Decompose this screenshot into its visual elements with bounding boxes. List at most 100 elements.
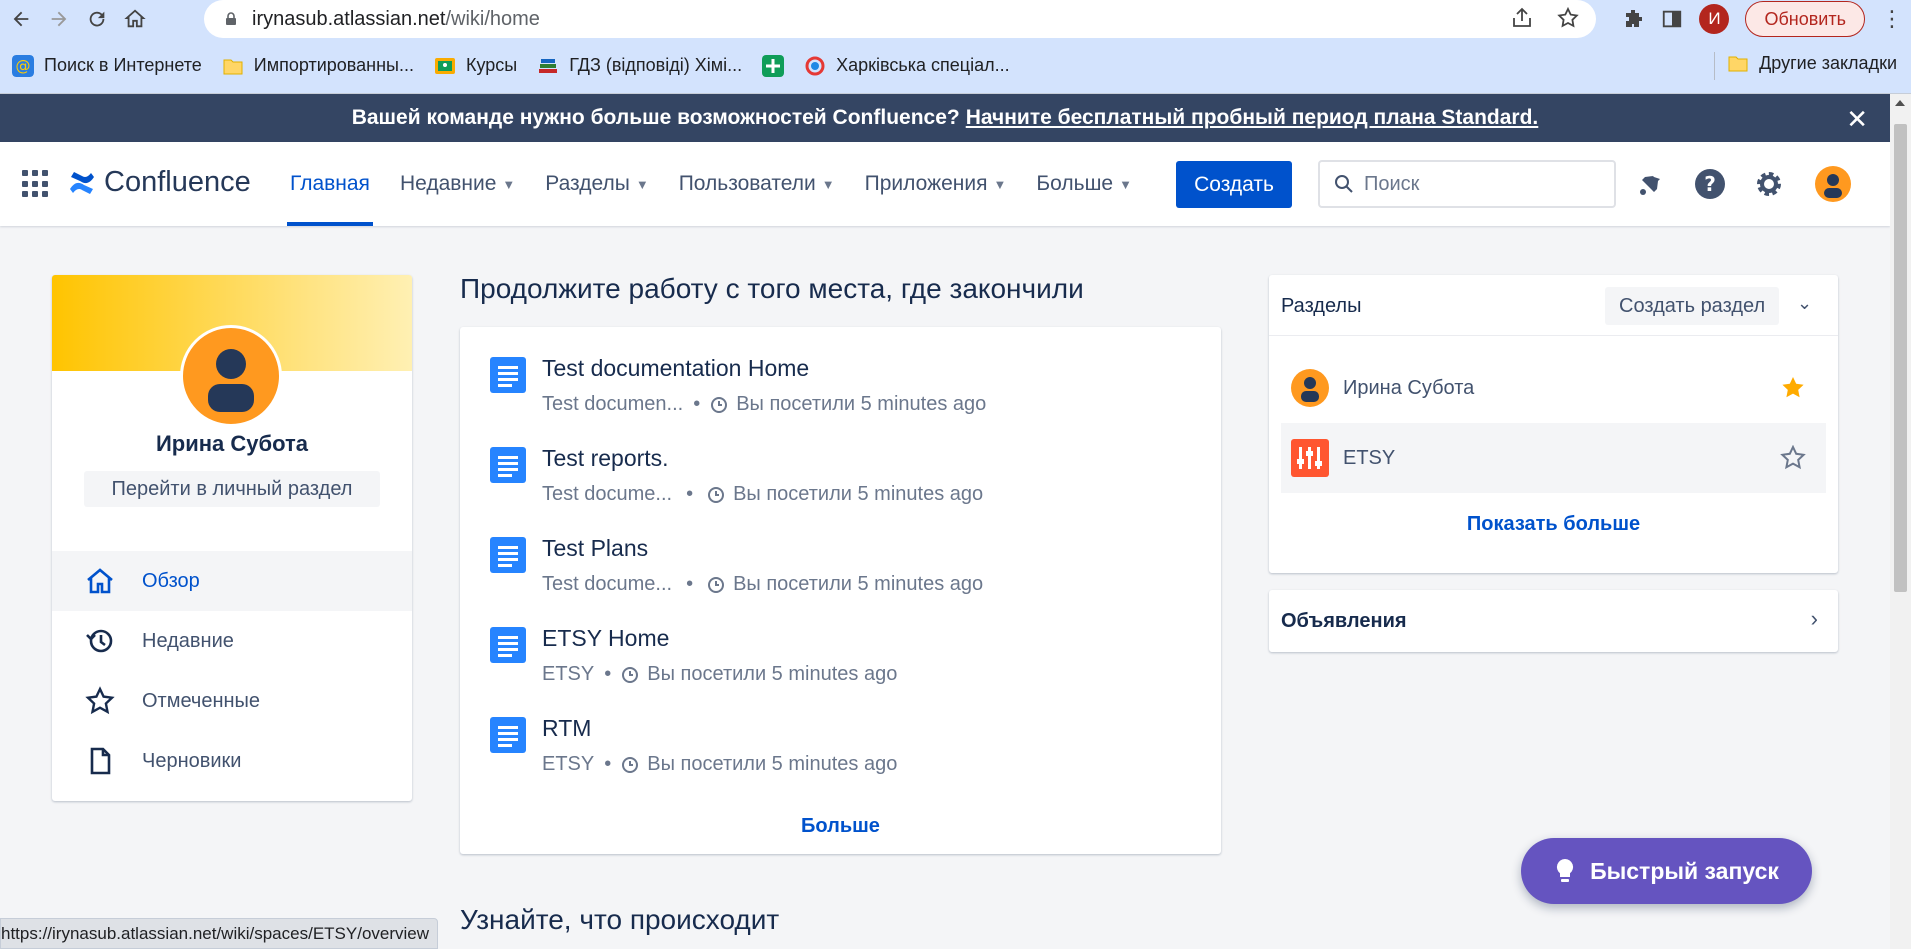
quick-start-button[interactable]: Быстрый запуск <box>1521 838 1812 904</box>
nav-apps[interactable]: Приложения ▼ <box>865 142 1007 226</box>
clock-icon <box>711 396 728 413</box>
home-icon <box>124 9 146 28</box>
recent-page-item[interactable]: Test reports. Test docume... • Вы посетили… <box>490 441 1190 511</box>
menu-recent[interactable]: Недавние <box>52 611 412 671</box>
sync-icon <box>805 56 825 75</box>
create-button[interactable]: Создать <box>1176 161 1292 208</box>
recent-page-item[interactable]: Test documentation Home Test documen... •… <box>490 351 1190 421</box>
page-icon <box>490 537 526 573</box>
reload-icon <box>89 11 105 27</box>
browser-update-button[interactable]: Обновить <box>1745 1 1865 37</box>
nav-spaces[interactable]: Разделы ▼ <box>545 142 648 226</box>
close-icon[interactable]: ✕ <box>1846 104 1868 135</box>
svg-text:?: ? <box>1704 172 1716 196</box>
lock-icon <box>226 12 236 25</box>
chevron-down-icon: ▼ <box>821 176 835 192</box>
bookmark-item[interactable] <box>762 54 785 77</box>
clock-icon <box>708 486 725 503</box>
recent-page-item[interactable]: RTM ETSY • Вы посетили 5 minutes ago <box>490 711 1190 781</box>
notifications-icon[interactable] <box>1634 168 1666 200</box>
bookmarks-separator <box>1714 52 1715 80</box>
banner-trial-link[interactable]: Начните бесплатный пробный период плана … <box>966 106 1539 130</box>
bookmark-item[interactable]: Курсы <box>434 55 517 77</box>
back-button[interactable] <box>2 0 40 38</box>
user-avatar[interactable] <box>1815 166 1851 202</box>
space-item[interactable]: ETSY <box>1281 423 1826 493</box>
page-icon <box>490 447 526 483</box>
url-text: irynasub.atlassian.net/wiki/home <box>252 7 540 30</box>
books-icon <box>539 58 558 73</box>
help-icon[interactable]: ? <box>1694 168 1726 200</box>
chevron-down-icon[interactable]: ⌄ <box>1797 293 1812 314</box>
divider <box>1269 335 1838 336</box>
clock-icon <box>622 666 639 683</box>
arrow-right-icon <box>51 11 67 27</box>
confluence-logo-icon <box>70 171 94 194</box>
bookmark-item[interactable]: ГДЗ (відповіді) Хімі... <box>537 55 742 77</box>
menu-starred[interactable]: Отмеченные <box>52 671 412 731</box>
plus-icon <box>762 54 785 77</box>
app-header: Confluence Главная Недавние ▼ Разделы ▼ По… <box>0 142 1890 226</box>
side-panel-icon[interactable] <box>1661 8 1683 30</box>
app-switcher-icon[interactable] <box>22 170 50 198</box>
reload-button[interactable] <box>78 0 116 38</box>
chevron-down-icon: ▼ <box>993 176 1007 192</box>
announcements-card[interactable]: Объявления › <box>1269 590 1838 652</box>
menu-overview[interactable]: Обзор <box>52 551 412 611</box>
recent-page-item[interactable]: ETSY Home ETSY • Вы посетили 5 minutes ago <box>490 621 1190 691</box>
scroll-up-icon[interactable] <box>1895 100 1905 106</box>
search-input[interactable]: Поиск <box>1318 160 1616 208</box>
clock-icon <box>708 576 725 593</box>
more-link[interactable]: Больше <box>460 815 1221 838</box>
whats-happening-heading: Узнайте, что происходит <box>460 904 780 935</box>
nav-more[interactable]: Больше ▼ <box>1036 142 1132 226</box>
other-bookmarks[interactable]: Другие закладки <box>1727 52 1897 74</box>
nav-home[interactable]: Главная <box>287 142 373 226</box>
address-bar[interactable]: irynasub.atlassian.net/wiki/home <box>204 0 1596 38</box>
confluence-logo[interactable]: Confluence <box>68 166 251 199</box>
browser-profile-avatar[interactable]: И <box>1699 4 1730 34</box>
browser-toolbar: irynasub.atlassian.net/wiki/home И Обнов… <box>0 0 1911 38</box>
recent-page-meta: Test docume... • Вы посетили 5 minutes ago <box>542 483 984 505</box>
nav-people[interactable]: Пользователи ▼ <box>679 142 835 226</box>
arrow-left-icon <box>13 11 29 27</box>
at-icon: @ <box>12 54 34 77</box>
settings-icon[interactable] <box>1753 168 1785 200</box>
page-scrollbar[interactable] <box>1890 94 1911 949</box>
banner-text: Вашей команде нужно больше возможностей … <box>351 106 960 129</box>
personal-space-button[interactable]: Перейти в личный раздел <box>84 471 380 507</box>
bookmark-star-icon[interactable] <box>1556 6 1580 30</box>
spaces-title: Разделы <box>1281 295 1362 317</box>
show-more-link[interactable]: Показать больше <box>1269 513 1838 536</box>
user-icon <box>1291 369 1329 407</box>
star-icon <box>85 686 115 715</box>
recent-page-meta: Test docume... • Вы посетили 5 minutes ago <box>542 573 984 595</box>
extensions-icon[interactable] <box>1621 7 1645 31</box>
upgrade-banner: Вашей команде нужно больше возможностей … <box>0 94 1890 142</box>
profile-card: Ирина Субота Перейти в личный раздел Обз… <box>52 275 412 801</box>
forward-button[interactable] <box>40 0 78 38</box>
star-filled-icon[interactable] <box>1780 375 1806 401</box>
continue-heading: Продолжите работу с того места, где зако… <box>460 273 1084 304</box>
menu-drafts[interactable]: Черновики <box>52 731 412 791</box>
folder-icon <box>223 59 243 74</box>
star-icon[interactable] <box>1780 445 1806 471</box>
bookmark-item[interactable]: Харківська спеціал... <box>804 55 1010 77</box>
recent-page-meta: ETSY • Вы посетили 5 minutes ago <box>542 753 898 775</box>
chevron-down-icon: ▼ <box>635 176 649 192</box>
bookmark-item[interactable]: @ Поиск в Интернете <box>12 54 202 77</box>
user-icon <box>1824 174 1842 198</box>
nav-recent[interactable]: Недавние ▼ <box>400 142 515 226</box>
folder-icon <box>1728 56 1748 72</box>
recent-page-item[interactable]: Test Plans Test docume... • Вы посетили 5 … <box>490 531 1190 601</box>
scrollbar-thumb[interactable] <box>1894 124 1907 592</box>
home-button[interactable] <box>116 0 154 38</box>
profile-name: Ирина Субота <box>155 431 309 456</box>
user-icon <box>208 349 254 412</box>
share-icon[interactable] <box>1510 6 1534 30</box>
browser-menu-icon[interactable]: ⋮ <box>1881 6 1903 32</box>
create-space-button[interactable]: Создать раздел <box>1605 287 1780 325</box>
space-item[interactable]: Ирина Субота <box>1281 353 1826 423</box>
home-icon <box>87 568 113 594</box>
bookmark-item[interactable]: Импортированны... <box>222 55 414 77</box>
